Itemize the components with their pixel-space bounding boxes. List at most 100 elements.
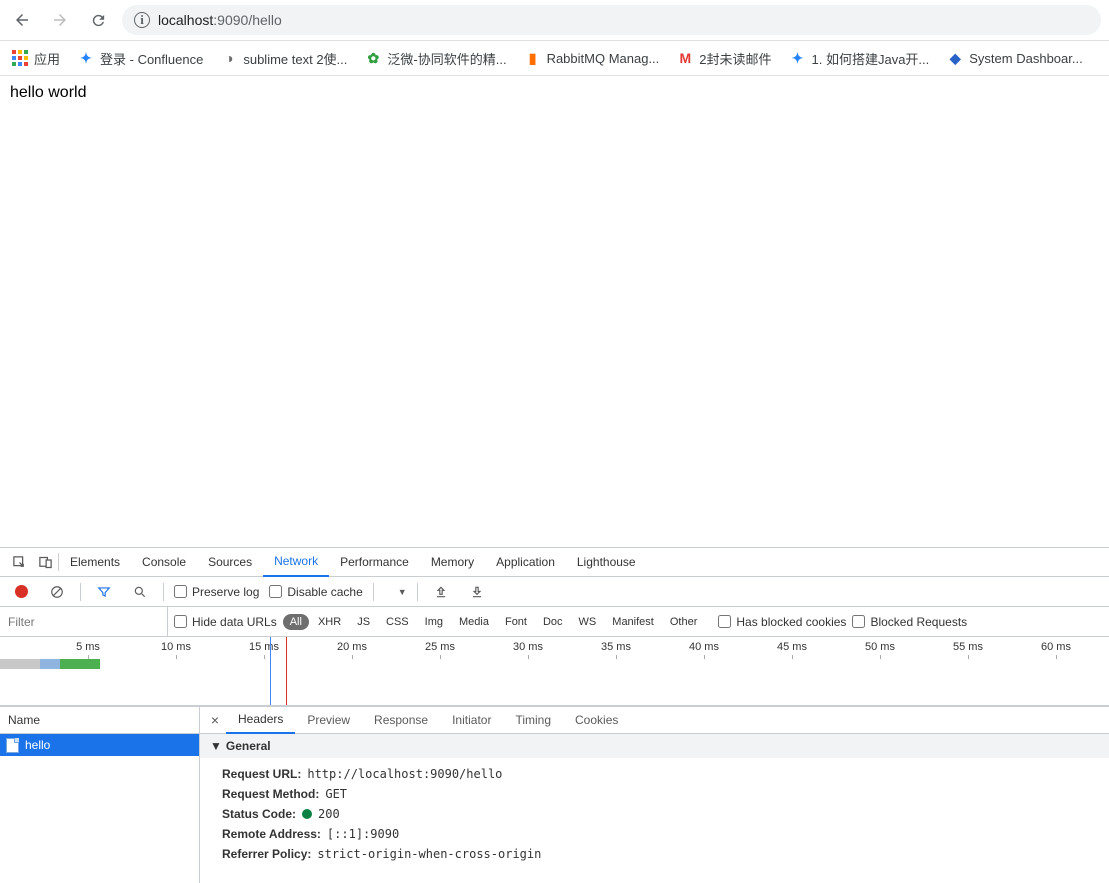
bookmark-label: 2封未读邮件 (699, 49, 771, 68)
devtools: ElementsConsoleSourcesNetworkPerformance… (0, 547, 1109, 883)
timeline[interactable]: 5 ms10 ms15 ms20 ms25 ms30 ms35 ms40 ms4… (0, 637, 1109, 706)
bookmark-item[interactable]: ✦ 1. 如何搭建Java开... (788, 45, 932, 72)
chevron-down-icon: ▼ (398, 587, 407, 597)
bookmark-label: 泛微-协同软件的精... (387, 49, 506, 68)
filter-chip-all[interactable]: All (283, 614, 309, 630)
status-dot-icon (302, 809, 312, 819)
info-icon: i (134, 12, 150, 28)
timeline-tick: 50 ms (865, 641, 895, 653)
timeline-tick: 55 ms (953, 641, 983, 653)
search-icon[interactable] (127, 579, 153, 605)
apps-button[interactable]: 应用 (10, 45, 62, 72)
request-list-header[interactable]: Name (0, 707, 199, 734)
devtools-tab-memory[interactable]: Memory (420, 548, 485, 577)
filter-chip-media[interactable]: Media (452, 614, 496, 630)
favicon-icon: ◑ (221, 50, 237, 66)
favicon-icon: ◆ (947, 50, 963, 66)
favicon-icon: ▮ (525, 50, 541, 66)
bookmark-label: RabbitMQ Manag... (547, 51, 660, 66)
timeline-tick: 20 ms (337, 641, 367, 653)
detail-tab-headers[interactable]: Headers (226, 707, 295, 734)
timeline-tick: 30 ms (513, 641, 543, 653)
timeline-tick: 45 ms (777, 641, 807, 653)
devtools-tab-application[interactable]: Application (485, 548, 566, 577)
close-icon[interactable]: × (204, 712, 226, 728)
request-details: × HeadersPreviewResponseInitiatorTimingC… (200, 707, 1109, 883)
hide-data-urls-checkbox[interactable]: Hide data URLs (174, 615, 277, 629)
filter-chip-other[interactable]: Other (663, 614, 705, 630)
favicon-icon: ✦ (790, 50, 806, 66)
bookmarks-bar: 应用 ✦ 登录 - Confluence ◑ sublime text 2使... ✿ 泛… (0, 41, 1109, 76)
download-icon[interactable] (464, 579, 490, 605)
devtools-tab-performance[interactable]: Performance (329, 548, 420, 577)
favicon-icon: M (677, 50, 693, 66)
favicon-icon: ✦ (78, 50, 94, 66)
bookmark-item[interactable]: ◑ sublime text 2使... (219, 45, 349, 72)
request-url-row: Request URL:http://localhost:9090/hello (222, 764, 1087, 784)
devtools-tab-network[interactable]: Network (263, 548, 329, 577)
timeline-tick: 25 ms (425, 641, 455, 653)
inspect-icon[interactable] (6, 549, 32, 575)
browser-toolbar: i localhost:9090/hello (0, 0, 1109, 41)
timeline-tick: 60 ms (1041, 641, 1071, 653)
request-name: hello (25, 738, 50, 752)
favicon-icon: ✿ (365, 50, 381, 66)
filter-chip-css[interactable]: CSS (379, 614, 416, 630)
reload-button[interactable] (84, 6, 112, 34)
filter-chip-ws[interactable]: WS (572, 614, 604, 630)
record-button[interactable] (8, 579, 34, 605)
general-section-header[interactable]: ▼ General (200, 734, 1109, 758)
devtools-tabs: ElementsConsoleSourcesNetworkPerformance… (0, 548, 1109, 577)
filter-chip-manifest[interactable]: Manifest (605, 614, 661, 630)
detail-tab-response[interactable]: Response (362, 707, 440, 734)
page-body-text: hello world (10, 84, 86, 101)
device-toggle-icon[interactable] (32, 549, 58, 575)
bookmark-item[interactable]: M 2封未读邮件 (675, 45, 773, 72)
filter-chip-xhr[interactable]: XHR (311, 614, 348, 630)
blocked-requests-checkbox[interactable]: Blocked Requests (852, 615, 967, 629)
request-list: Name hello (0, 707, 200, 883)
bookmark-item[interactable]: ✿ 泛微-协同软件的精... (363, 45, 508, 72)
bookmark-item[interactable]: ◆ System Dashboar... (945, 46, 1084, 70)
bookmark-label: 登录 - Confluence (100, 49, 203, 68)
devtools-tab-elements[interactable]: Elements (59, 548, 131, 577)
timeline-tick: 35 ms (601, 641, 631, 653)
file-icon (6, 738, 19, 753)
filter-chip-font[interactable]: Font (498, 614, 534, 630)
remote-address-row: Remote Address:[::1]:9090 (222, 824, 1087, 844)
upload-icon[interactable] (428, 579, 454, 605)
timeline-tick: 40 ms (689, 641, 719, 653)
back-button[interactable] (8, 6, 36, 34)
detail-tab-timing[interactable]: Timing (503, 707, 563, 734)
filter-chip-js[interactable]: JS (350, 614, 377, 630)
bookmark-label: 1. 如何搭建Java开... (812, 49, 930, 68)
has-blocked-cookies-checkbox[interactable]: Has blocked cookies (718, 615, 846, 629)
clear-button[interactable] (44, 579, 70, 605)
forward-button[interactable] (46, 6, 74, 34)
bookmark-item[interactable]: ▮ RabbitMQ Manag... (523, 46, 662, 70)
filter-input[interactable] (0, 607, 168, 636)
load-marker (286, 637, 287, 705)
devtools-tab-lighthouse[interactable]: Lighthouse (566, 548, 647, 577)
apps-label: 应用 (34, 49, 60, 68)
detail-tab-initiator[interactable]: Initiator (440, 707, 503, 734)
bookmark-label: System Dashboar... (969, 51, 1082, 66)
detail-tabs: × HeadersPreviewResponseInitiatorTimingC… (200, 707, 1109, 734)
filter-chip-doc[interactable]: Doc (536, 614, 570, 630)
timeline-bars (0, 657, 1109, 672)
detail-tab-cookies[interactable]: Cookies (563, 707, 630, 734)
referrer-policy-row: Referrer Policy:strict-origin-when-cross… (222, 844, 1087, 864)
request-panel: Name hello × HeadersPreviewResponseIniti… (0, 706, 1109, 883)
url-text: localhost:9090/hello (158, 12, 282, 28)
address-bar[interactable]: i localhost:9090/hello (122, 5, 1101, 35)
devtools-tab-sources[interactable]: Sources (197, 548, 263, 577)
devtools-tab-console[interactable]: Console (131, 548, 197, 577)
bookmark-item[interactable]: ✦ 登录 - Confluence (76, 45, 205, 72)
preserve-log-checkbox[interactable]: Preserve log (174, 585, 259, 599)
disable-cache-checkbox[interactable]: Disable cache (269, 585, 362, 599)
bookmark-label: sublime text 2使... (243, 49, 347, 68)
filter-icon[interactable] (91, 579, 117, 605)
request-row[interactable]: hello (0, 734, 199, 756)
detail-tab-preview[interactable]: Preview (295, 707, 362, 734)
filter-chip-img[interactable]: Img (418, 614, 450, 630)
